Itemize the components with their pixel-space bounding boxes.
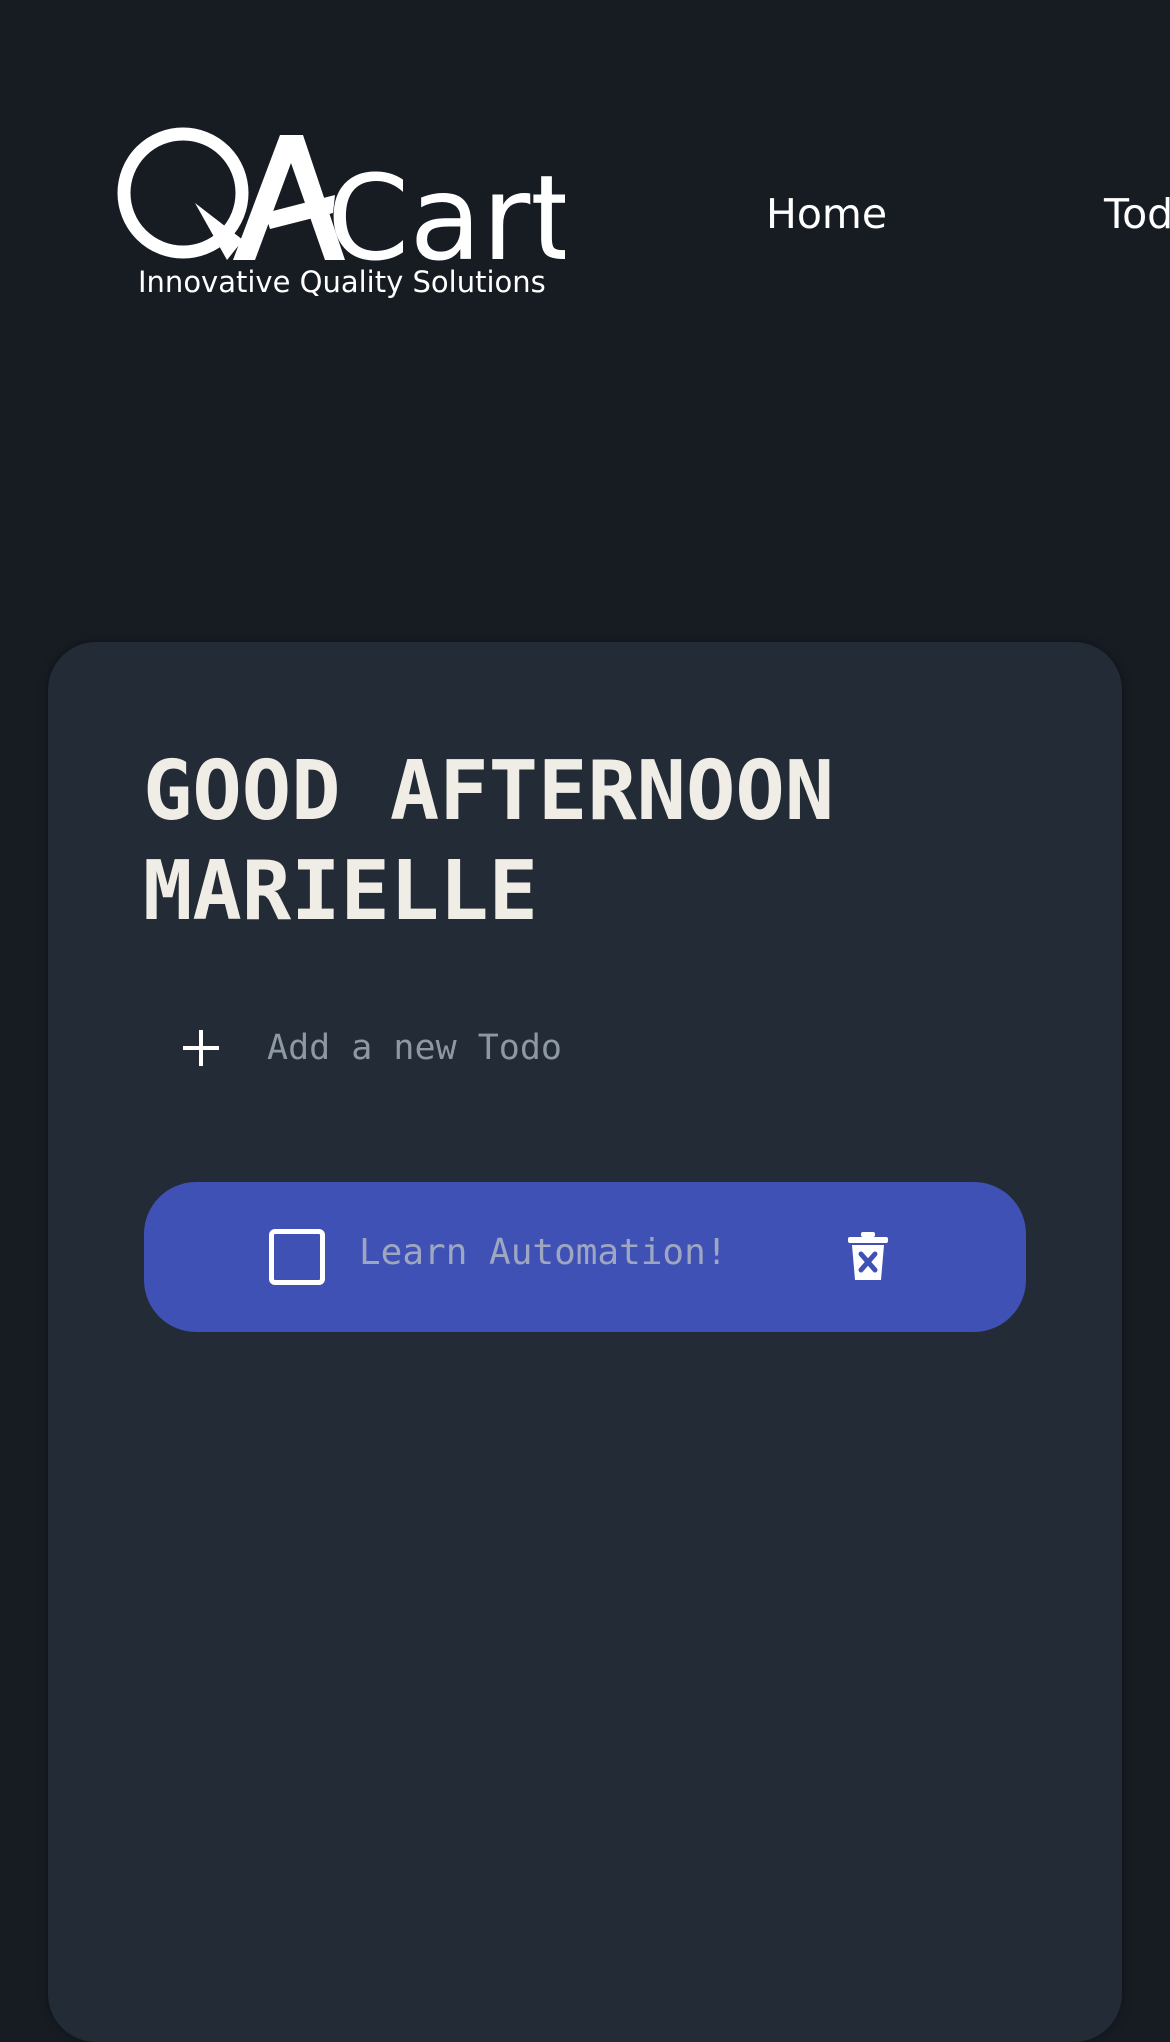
plus-icon[interactable] bbox=[183, 1030, 219, 1066]
logo[interactable]: Cart Innovative Quality Solutions bbox=[115, 125, 565, 305]
todo-card: GOOD AFTERNOON MARIELLE Learn Automation… bbox=[48, 642, 1122, 2042]
todo-checkbox[interactable] bbox=[269, 1229, 325, 1285]
nav-link-home[interactable]: Home bbox=[766, 190, 887, 238]
new-todo-input[interactable] bbox=[267, 1028, 827, 1068]
qacart-logo-graphic: Cart bbox=[117, 127, 565, 265]
page-title: GOOD AFTERNOON MARIELLE bbox=[143, 744, 835, 939]
todo-text: Learn Automation! bbox=[359, 1232, 728, 1273]
logo-wordmark: Cart bbox=[327, 149, 565, 265]
nav-link-todo[interactable]: Tod bbox=[1104, 190, 1170, 238]
todo-item: Learn Automation! bbox=[144, 1182, 1026, 1332]
add-todo-row[interactable] bbox=[183, 1008, 883, 1088]
trash-icon[interactable] bbox=[848, 1232, 888, 1282]
logo-tagline: Innovative Quality Solutions bbox=[138, 265, 546, 299]
